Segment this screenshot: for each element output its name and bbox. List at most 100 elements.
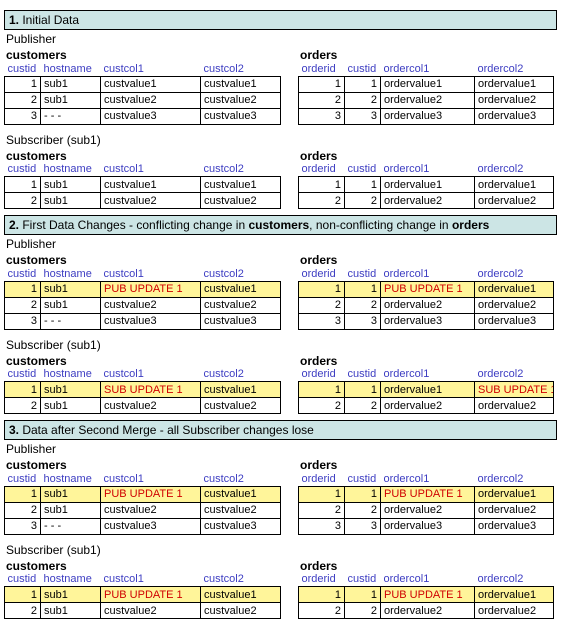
cell-c1: custvalue2	[101, 603, 201, 619]
cell-c1: PUB UPDATE 1	[101, 486, 201, 502]
cell-c2: custvalue3	[201, 108, 281, 124]
role-label: Subscriber (sub1)	[4, 336, 557, 352]
cell-custid: 3	[5, 313, 41, 329]
cell-c1: custvalue2	[101, 398, 201, 414]
col-header: ordercol2	[475, 573, 554, 587]
cell-c1: ordervalue2	[381, 92, 475, 108]
cell-c2: custvalue2	[201, 603, 281, 619]
cell-orderid: 2	[299, 92, 345, 108]
cell-c2: custvalue1	[201, 177, 281, 193]
cell-custid: 2	[345, 398, 381, 414]
cell-c1: PUB UPDATE 1	[381, 486, 475, 502]
table-wrap-customers: customerscustidhostnamecustcol1custcol21…	[4, 48, 280, 125]
col-header: custcol1	[101, 62, 201, 76]
cell-c1: ordervalue2	[381, 502, 475, 518]
section-number: 1.	[9, 13, 22, 27]
col-header: custcol1	[101, 368, 201, 382]
cell-c1: ordervalue3	[381, 518, 475, 534]
cell-c1: ordervalue3	[381, 108, 475, 124]
cell-orderid: 3	[299, 108, 345, 124]
section-title-part: , non-conflicting change in	[309, 218, 452, 232]
table-row: 1sub1custvalue1custvalue1	[5, 177, 281, 193]
table-orders: orderidcustidordercol1ordercol211orderva…	[298, 368, 554, 415]
table-row: 2sub1custvalue2custvalue2	[5, 398, 281, 414]
cell-hostname: sub1	[41, 398, 101, 414]
section-title: Initial Data	[22, 13, 79, 27]
cell-custid: 1	[345, 281, 381, 297]
table-row: 22ordervalue2ordervalue2	[299, 92, 554, 108]
col-header: ordercol2	[475, 368, 554, 382]
cell-c1: ordervalue2	[381, 603, 475, 619]
cell-c2: ordervalue2	[475, 502, 554, 518]
table-row: 1sub1custvalue1custvalue1	[5, 76, 281, 92]
col-header: hostname	[41, 267, 101, 281]
table-name-orders: orders	[298, 354, 553, 368]
table-row: 2sub1custvalue2custvalue2	[5, 603, 281, 619]
cell-custid: 2	[345, 297, 381, 313]
col-header: custcol2	[201, 62, 281, 76]
table-wrap-orders: ordersorderidcustidordercol1ordercol211P…	[298, 458, 553, 535]
cell-custid: 2	[5, 92, 41, 108]
cell-c2: ordervalue1	[475, 177, 554, 193]
role-label: Publisher	[4, 235, 557, 251]
table-row: 3- - -custvalue3custvalue3	[5, 518, 281, 534]
cell-c2: ordervalue2	[475, 603, 554, 619]
table-customers: custidhostnamecustcol1custcol21sub1PUB U…	[4, 573, 281, 620]
table-pair: customerscustidhostnamecustcol1custcol21…	[4, 149, 557, 210]
cell-c2: SUB UPDATE 1	[475, 382, 554, 398]
col-header: hostname	[41, 573, 101, 587]
cell-c1: SUB UPDATE 1	[101, 382, 201, 398]
role-label: Subscriber (sub1)	[4, 131, 557, 147]
table-wrap-orders: ordersorderidcustidordercol1ordercol211o…	[298, 354, 553, 415]
table-name-orders: orders	[298, 48, 553, 62]
cell-c2: ordervalue1	[475, 281, 554, 297]
section-number: 3.	[9, 423, 22, 437]
table-name-orders: orders	[298, 458, 553, 472]
table-row: 1sub1PUB UPDATE 1custvalue1	[5, 486, 281, 502]
col-header: custcol2	[201, 472, 281, 486]
diagram-root: 1. Initial DataPublishercustomerscustidh…	[4, 10, 557, 619]
table-row: 11PUB UPDATE 1ordervalue1	[299, 281, 554, 297]
cell-custid: 1	[5, 486, 41, 502]
col-header: custid	[5, 573, 41, 587]
cell-custid: 2	[5, 502, 41, 518]
cell-c2: custvalue1	[201, 486, 281, 502]
cell-c1: ordervalue2	[381, 398, 475, 414]
col-header: hostname	[41, 368, 101, 382]
col-header: custcol1	[101, 573, 201, 587]
col-header: custcol1	[101, 163, 201, 177]
cell-c1: PUB UPDATE 1	[381, 281, 475, 297]
cell-orderid: 1	[299, 76, 345, 92]
cell-c1: custvalue3	[101, 313, 201, 329]
col-header: orderid	[299, 163, 345, 177]
col-header: orderid	[299, 62, 345, 76]
cell-c2: custvalue1	[201, 382, 281, 398]
table-row: 22ordervalue2ordervalue2	[299, 398, 554, 414]
table-row: 11ordervalue1SUB UPDATE 1	[299, 382, 554, 398]
cell-c1: PUB UPDATE 1	[381, 587, 475, 603]
cell-c1: ordervalue1	[381, 76, 475, 92]
cell-c2: ordervalue2	[475, 398, 554, 414]
table-wrap-customers: customerscustidhostnamecustcol1custcol21…	[4, 354, 280, 415]
cell-hostname: sub1	[41, 297, 101, 313]
cell-c2: custvalue2	[201, 502, 281, 518]
table-row: 22ordervalue2ordervalue2	[299, 603, 554, 619]
table-wrap-orders: ordersorderidcustidordercol1ordercol211P…	[298, 559, 553, 620]
cell-custid: 1	[5, 281, 41, 297]
cell-custid: 1	[5, 587, 41, 603]
col-header: hostname	[41, 62, 101, 76]
table-name-customers: customers	[4, 48, 280, 62]
cell-c2: custvalue2	[201, 193, 281, 209]
col-header: custid	[345, 573, 381, 587]
cell-c2: ordervalue2	[475, 297, 554, 313]
cell-hostname: - - -	[41, 313, 101, 329]
col-header: custid	[5, 472, 41, 486]
cell-hostname: sub1	[41, 486, 101, 502]
cell-c2: custvalue2	[201, 92, 281, 108]
col-header: hostname	[41, 472, 101, 486]
cell-custid: 2	[345, 502, 381, 518]
cell-c1: custvalue3	[101, 108, 201, 124]
cell-hostname: sub1	[41, 502, 101, 518]
col-header: ordercol1	[381, 267, 475, 281]
col-header: orderid	[299, 368, 345, 382]
